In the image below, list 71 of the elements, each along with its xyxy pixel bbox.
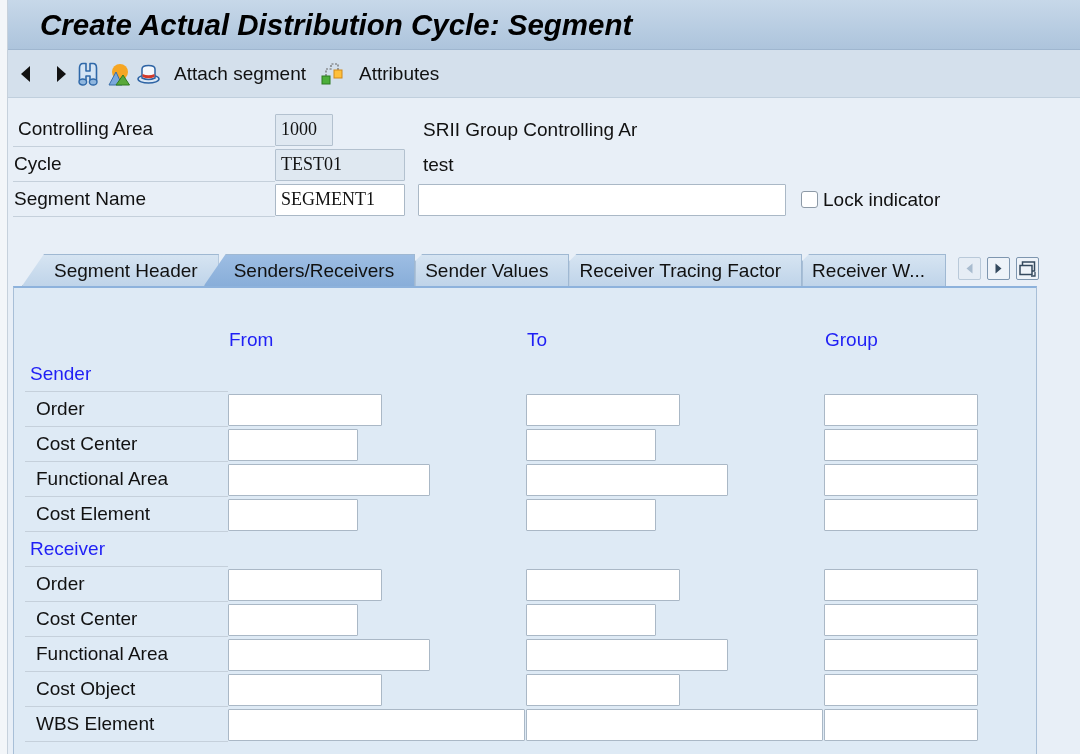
- mountain-sun-icon[interactable]: [108, 61, 130, 86]
- input-field[interactable]: [228, 428, 358, 461]
- tab[interactable]: Receiver W...: [802, 254, 947, 286]
- windows-icon: [1019, 260, 1037, 277]
- field-label: Cost Center: [36, 433, 138, 455]
- input-field[interactable]: SEGMENT1: [275, 183, 405, 216]
- arrow-left-icon: [966, 263, 974, 274]
- field-description: test: [422, 153, 454, 176]
- field-label: Cost Element: [36, 503, 151, 525]
- input-field[interactable]: [526, 708, 823, 741]
- field-label: WBS Element: [36, 713, 155, 735]
- arrow-right-icon: [995, 263, 1003, 274]
- field-label: Order: [36, 398, 85, 420]
- tab[interactable]: Senders/Receivers: [203, 254, 416, 286]
- field-label: Cycle: [14, 153, 62, 175]
- field-description: SRII Group Controlling Ar: [422, 118, 638, 141]
- input-field[interactable]: [228, 498, 358, 531]
- input-field[interactable]: [228, 463, 430, 496]
- input-field[interactable]: TEST01: [275, 148, 405, 181]
- input-field[interactable]: [824, 393, 978, 426]
- window-title: Create Actual Distribution Cycle: Segment: [40, 7, 633, 42]
- back-icon[interactable]: [20, 64, 32, 83]
- input-field[interactable]: [824, 638, 978, 671]
- input-field[interactable]: [824, 673, 978, 706]
- input-field[interactable]: [228, 393, 382, 426]
- tab[interactable]: Sender Values: [415, 254, 570, 286]
- input-field[interactable]: [824, 708, 978, 741]
- input-field[interactable]: 1000: [275, 113, 333, 146]
- group-title: Receiver: [30, 538, 105, 560]
- toolbar-button[interactable]: Attach segment: [174, 60, 307, 87]
- input-field[interactable]: [526, 498, 656, 531]
- hat-icon[interactable]: [137, 63, 160, 84]
- input-field[interactable]: [824, 568, 978, 601]
- field-label: Order: [36, 573, 85, 595]
- input-field[interactable]: [526, 568, 680, 601]
- linked-squares-icon: [321, 62, 344, 85]
- input-field[interactable]: [526, 428, 656, 461]
- scroll-right-button[interactable]: [987, 257, 1011, 280]
- input-field[interactable]: [824, 463, 978, 496]
- input-field[interactable]: [228, 638, 430, 671]
- input-field[interactable]: [228, 568, 382, 601]
- description-field[interactable]: [418, 183, 786, 216]
- column-header: From: [229, 328, 274, 351]
- input-field[interactable]: [824, 428, 978, 461]
- input-field[interactable]: [228, 708, 525, 741]
- group-title: Sender: [30, 363, 92, 385]
- forward-icon[interactable]: [55, 64, 67, 83]
- input-field[interactable]: [526, 603, 656, 636]
- input-field[interactable]: [526, 463, 728, 496]
- field-label: Functional Area: [36, 643, 169, 665]
- checkbox[interactable]: [801, 191, 818, 208]
- input-field[interactable]: [228, 673, 382, 706]
- field-label: Functional Area: [36, 468, 169, 490]
- input-field[interactable]: [526, 638, 728, 671]
- tab[interactable]: Segment Header: [22, 254, 219, 286]
- field-label: Cost Center: [36, 608, 138, 630]
- field-label: Controlling Area: [18, 118, 154, 140]
- field-label: Segment Name: [14, 188, 146, 210]
- tab-list-button[interactable]: [1016, 257, 1040, 280]
- toolbar-button[interactable]: Attributes: [321, 60, 440, 87]
- input-field[interactable]: [228, 603, 358, 636]
- column-header: Group: [825, 328, 878, 351]
- input-field[interactable]: [526, 393, 680, 426]
- tab[interactable]: Receiver Tracing Factor: [569, 254, 803, 286]
- checkbox-label[interactable]: Lock indicator: [823, 188, 941, 211]
- field-label: Cost Object: [36, 678, 136, 700]
- column-header: To: [527, 328, 548, 351]
- binoculars-icon[interactable]: [78, 61, 98, 86]
- input-field[interactable]: [526, 673, 680, 706]
- input-field[interactable]: [824, 603, 978, 636]
- input-field[interactable]: [824, 498, 978, 531]
